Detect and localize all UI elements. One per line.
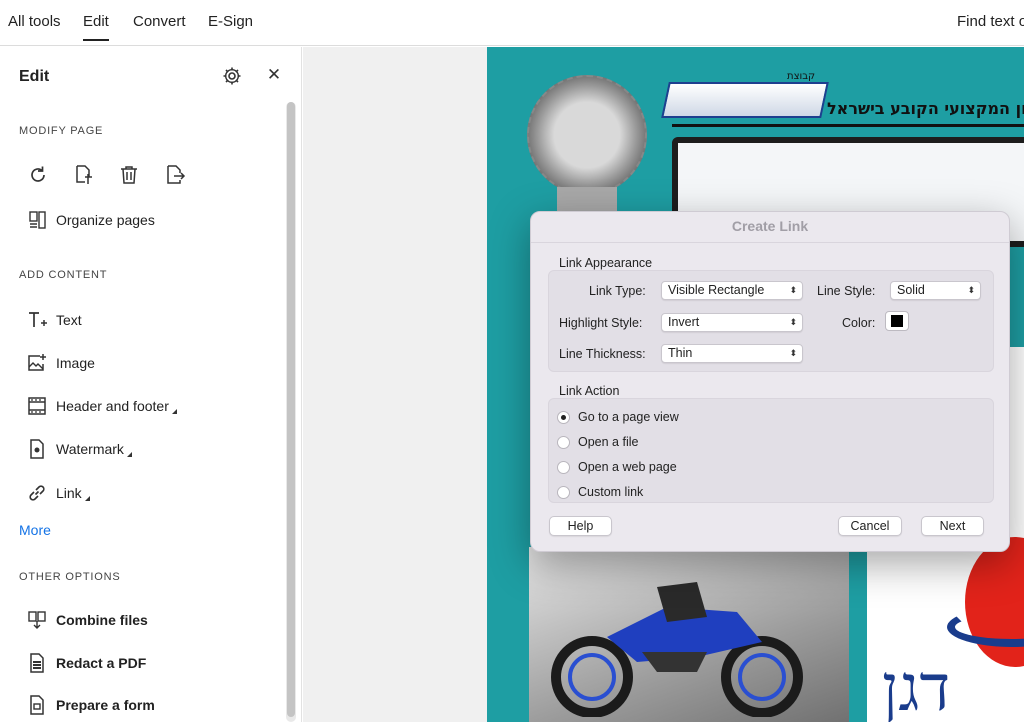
edit-sidebar: Edit ✕ MODIFY PAGE Organize pages ADD CO… <box>0 47 302 722</box>
radio-custom-link[interactable]: Custom link <box>557 483 643 501</box>
radio-open-file[interactable]: Open a file <box>557 433 638 451</box>
radio-label: Go to a page view <box>578 410 679 424</box>
combine-files-icon <box>26 609 48 631</box>
add-text-icon <box>26 309 48 331</box>
chevron-updown-icon: ⬍ <box>789 348 797 358</box>
watermark-icon <box>26 438 48 460</box>
motorcycle-illustration <box>551 582 803 717</box>
chevron-updown-icon: ⬍ <box>789 317 797 327</box>
chevron-updown-icon: ⬍ <box>789 285 797 295</box>
rule-line <box>672 124 1024 127</box>
sidebar-scrollbar-thumb[interactable] <box>287 102 295 717</box>
help-button[interactable]: Help <box>549 516 612 536</box>
line-thickness-value: Thin <box>668 346 693 360</box>
other-options-heading: OTHER OPTIONS <box>19 571 121 583</box>
add-image-icon <box>26 352 48 374</box>
color-swatch-button[interactable] <box>885 311 909 331</box>
line-thickness-select[interactable]: Thin ⬍ <box>661 344 803 363</box>
top-toolbar: All tools Edit Convert E-Sign Find text … <box>0 0 1024 46</box>
find-text-button[interactable]: Find text or <box>957 13 1024 30</box>
dialog-title-divider <box>531 242 1009 243</box>
header-footer-button[interactable]: Header and footer <box>26 394 177 418</box>
flyout-indicator-icon <box>84 495 90 501</box>
add-text-button[interactable]: Text <box>26 308 82 332</box>
highlight-style-value: Invert <box>668 315 700 329</box>
radio-label: Open a file <box>578 435 639 449</box>
header-footer-label: Header and footer <box>56 398 169 414</box>
link-button[interactable]: Link <box>26 481 90 505</box>
add-content-heading: ADD CONTENT <box>19 269 108 281</box>
redact-pdf-label: Redact a PDF <box>56 655 147 671</box>
heb-top-small: קבוצת <box>787 71 816 82</box>
radio-button[interactable] <box>557 460 570 474</box>
link-appearance-heading: Link Appearance <box>559 256 653 270</box>
highlight-style-select[interactable]: Invert ⬍ <box>661 313 803 332</box>
delete-page-icon[interactable] <box>118 164 140 186</box>
tab-e-sign[interactable]: E-Sign <box>208 13 253 30</box>
extract-page-icon[interactable] <box>164 164 186 186</box>
more-link[interactable]: More <box>19 522 51 538</box>
create-link-dialog: Create Link Link Appearance Link Type: V… <box>530 211 1010 552</box>
seal-logo <box>527 75 647 195</box>
tab-edit[interactable]: Edit <box>83 13 109 41</box>
heb-headline: ירון המקצועי הקובע בישראל <box>827 99 1024 118</box>
radio-label: Custom link <box>578 485 644 499</box>
flyout-indicator-icon <box>126 451 132 457</box>
organize-pages-button[interactable]: Organize pages <box>26 208 155 232</box>
line-style-select[interactable]: Solid ⬍ <box>890 281 981 300</box>
cancel-button[interactable]: Cancel <box>838 516 902 536</box>
tab-convert[interactable]: Convert <box>133 13 186 30</box>
tab-all-tools[interactable]: All tools <box>8 13 61 30</box>
modify-page-heading: MODIFY PAGE <box>19 125 104 137</box>
radio-label: Open a web page <box>578 460 677 474</box>
prepare-form-icon <box>26 694 48 716</box>
line-style-label: Line Style: <box>817 284 876 298</box>
highlight-style-label: Highlight Style: <box>559 316 643 330</box>
brand-banner <box>661 82 829 118</box>
organize-pages-label: Organize pages <box>56 212 155 228</box>
radio-open-web-page[interactable]: Open a web page <box>557 458 677 476</box>
watermark-label: Watermark <box>56 441 124 457</box>
link-type-label: Link Type: <box>589 284 646 298</box>
link-type-select[interactable]: Visible Rectangle ⬍ <box>661 281 803 300</box>
add-text-label: Text <box>56 312 82 328</box>
next-button[interactable]: Next <box>921 516 984 536</box>
header-footer-icon <box>26 395 48 417</box>
combine-files-label: Combine files <box>56 612 148 628</box>
line-thickness-label: Line Thickness: <box>559 347 646 361</box>
redact-icon <box>26 652 48 674</box>
gear-icon[interactable] <box>222 66 242 86</box>
watermark-button[interactable]: Watermark <box>26 437 132 461</box>
redact-pdf-button[interactable]: Redact a PDF <box>26 651 146 675</box>
color-label: Color: <box>842 316 876 330</box>
sidebar-title: Edit <box>19 68 50 85</box>
radio-button[interactable] <box>557 435 570 449</box>
color-swatch-fill <box>891 315 903 327</box>
radio-go-to-page-view[interactable]: Go to a page view <box>557 408 679 426</box>
prepare-form-label: Prepare a form <box>56 697 155 713</box>
add-image-button[interactable]: Image <box>26 351 95 375</box>
radio-button[interactable] <box>557 485 570 499</box>
rotate-page-icon[interactable] <box>27 164 49 186</box>
radio-button-selected[interactable] <box>557 410 570 424</box>
chevron-updown-icon: ⬍ <box>967 285 975 295</box>
flyout-indicator-icon <box>171 408 177 414</box>
heb-bottom-text: דגן <box>882 652 951 722</box>
close-icon[interactable]: ✕ <box>265 66 283 84</box>
crop-page-icon[interactable] <box>73 164 95 186</box>
combine-files-button[interactable]: Combine files <box>26 608 148 632</box>
link-action-heading: Link Action <box>559 384 620 398</box>
organize-pages-icon <box>26 209 48 231</box>
link-icon <box>26 482 48 504</box>
prepare-form-button[interactable]: Prepare a form <box>26 693 155 717</box>
line-style-value: Solid <box>897 283 925 297</box>
add-image-label: Image <box>56 355 95 371</box>
link-label: Link <box>56 485 82 501</box>
link-type-value: Visible Rectangle <box>668 283 765 297</box>
dialog-title: Create Link <box>731 218 809 234</box>
